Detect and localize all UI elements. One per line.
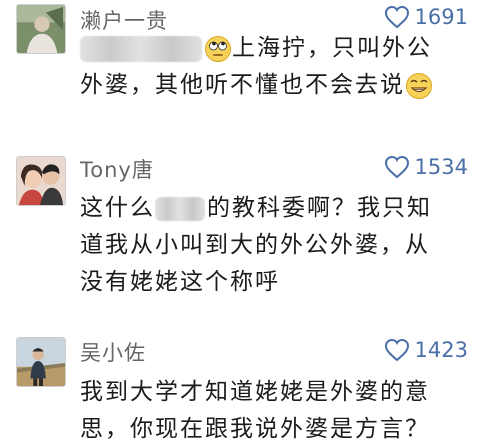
heart-outline-icon	[384, 5, 410, 29]
like-button[interactable]: 1691	[384, 5, 468, 29]
comment-line: 外婆，其他听不懂也不会去说	[80, 67, 472, 104]
username[interactable]: 吴小佐	[80, 337, 146, 367]
comment-item: 吴小佐 1423 我到大学才知道姥姥是外婆的意 思，你现在跟我说外婆是方言？	[0, 330, 482, 441]
censored-blur	[80, 35, 202, 62]
comment-line: 思，你现在跟我说外婆是方言？	[80, 416, 430, 441]
comment-item: 濑户一贵 1691 上海拧，只叫外公 外婆，其他听不懂也不会去说	[0, 0, 482, 120]
avatar-image	[17, 157, 65, 205]
comment-line: 上海拧，只叫外公	[80, 30, 472, 67]
comment-line-text: 上海拧，只叫外公	[232, 35, 432, 61]
censored-blur	[155, 196, 205, 221]
comment-feed: 濑户一贵 1691 上海拧，只叫外公 外婆，其他听不懂也不会去说 Tony唐 1…	[0, 0, 482, 441]
username[interactable]: Tony唐	[80, 154, 154, 184]
like-button[interactable]: 1534	[384, 155, 468, 179]
comment-line: 道我从小叫到大的外公外婆，从	[80, 232, 430, 258]
like-count: 1691	[414, 5, 468, 29]
avatar-image	[17, 5, 65, 53]
comment-line-text: 这什么	[80, 195, 155, 221]
comment-line: 我到大学才知道姥姥是外婆的意	[80, 379, 430, 405]
avatar-image	[17, 338, 65, 386]
comment-line-text: 的教科委啊？我只知	[207, 195, 432, 221]
avatar[interactable]	[16, 4, 66, 54]
like-count: 1534	[414, 155, 468, 179]
like-count: 1423	[414, 338, 468, 362]
smiling-emoji-icon	[405, 72, 433, 100]
avatar[interactable]	[16, 337, 66, 387]
avatar[interactable]	[16, 156, 66, 206]
heart-outline-icon	[384, 155, 410, 179]
comment-text: 我到大学才知道姥姥是外婆的意 思，你现在跟我说外婆是方言？	[80, 374, 472, 441]
heart-outline-icon	[384, 338, 410, 362]
rolling-eyes-emoji-icon	[204, 35, 232, 63]
comment-line: 这什么 的教科委啊？我只知	[80, 190, 472, 227]
comment-text: 上海拧，只叫外公 外婆，其他听不懂也不会去说	[80, 30, 472, 104]
comment-item: Tony唐 1534 这什么 的教科委啊？我只知 道我从小叫到大的外公外婆，从 没…	[0, 150, 482, 310]
comment-text: 这什么 的教科委啊？我只知 道我从小叫到大的外公外婆，从 没有姥姥这个称呼	[80, 190, 472, 301]
comment-line: 没有姥姥这个称呼	[80, 269, 280, 295]
like-button[interactable]: 1423	[384, 338, 468, 362]
comment-line-text: 外婆，其他听不懂也不会去说	[80, 72, 405, 98]
